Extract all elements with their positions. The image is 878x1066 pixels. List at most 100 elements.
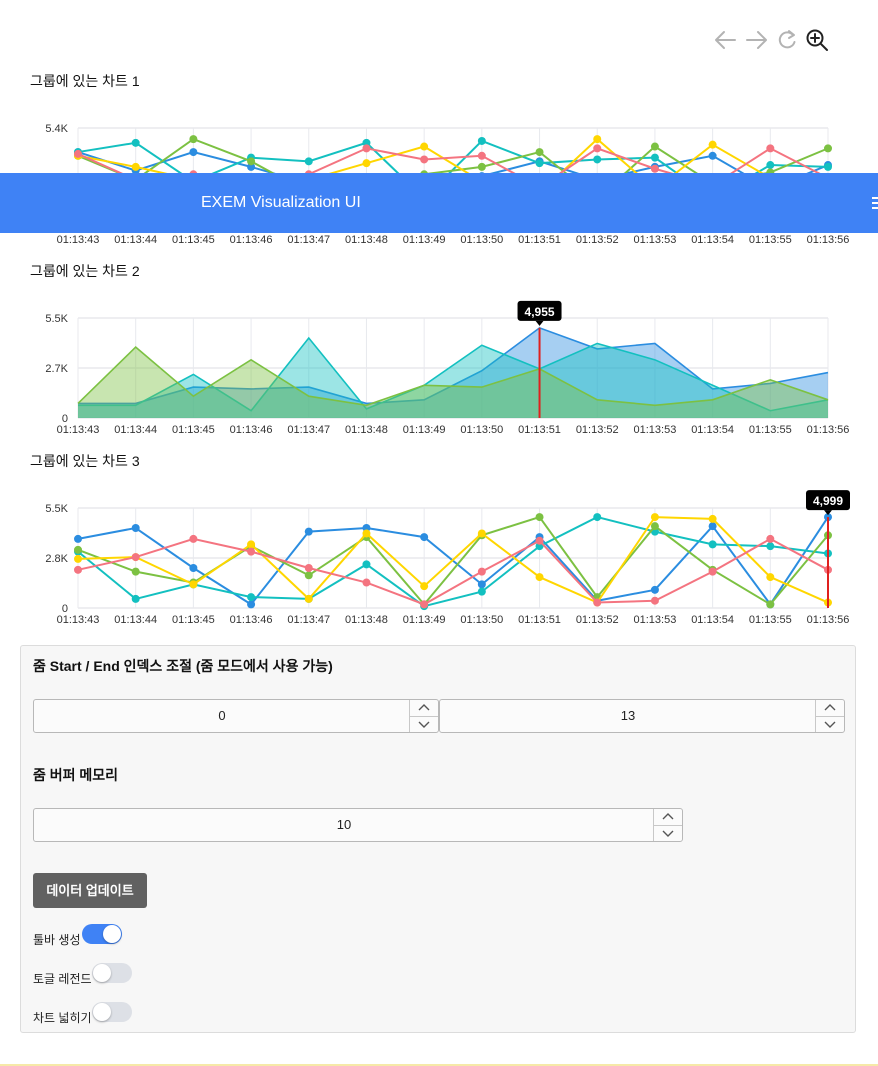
x-tick-label: 01:13:55 <box>749 424 792 436</box>
x-tick-label: 01:13:55 <box>749 234 792 246</box>
x-tick-label: 01:13:51 <box>518 614 561 626</box>
y-tick-label: 5.5K <box>45 503 68 515</box>
y-tick-label: 2.8K <box>45 553 68 565</box>
buffer-heading: 줌 버퍼 메모리 <box>33 767 119 783</box>
x-tick-label: 01:13:43 <box>57 614 100 626</box>
x-tick-label: 01:13:50 <box>460 424 503 436</box>
data-point <box>766 542 775 551</box>
update-data-button[interactable]: 데이터 업데이트 <box>33 873 147 908</box>
refresh-icon[interactable] <box>774 26 800 54</box>
zoom-start-value: 0 <box>218 708 226 723</box>
chart-2: 5.5K2.7K001:13:43 01:13:44 01:13:45 01:13:4… <box>45 300 850 436</box>
data-point <box>766 161 775 170</box>
zoom-end-input[interactable]: 13 <box>439 699 845 733</box>
wide-chart-toggle[interactable] <box>92 1002 132 1022</box>
tooltip-pointer <box>535 320 544 326</box>
banner-title: EXEM Visualization UI <box>201 194 361 211</box>
x-tick-label: 01:13:48 <box>345 234 388 246</box>
x-tick-label: 01:13:46 <box>230 234 273 246</box>
data-point <box>420 142 429 151</box>
data-point <box>477 136 486 145</box>
x-tick-label: 01:13:44 <box>114 614 157 626</box>
data-point <box>535 573 544 582</box>
data-point <box>189 534 198 543</box>
chart-1-title: 그룹에 있는 차트 1 <box>30 73 140 89</box>
data-point <box>766 573 775 582</box>
data-point <box>131 594 140 603</box>
chevron-up-icon[interactable] <box>654 809 682 826</box>
data-point <box>766 600 775 609</box>
data-point <box>189 564 198 572</box>
x-tick-label: 01:13:49 <box>403 614 446 626</box>
data-point <box>477 162 486 171</box>
data-point <box>650 585 659 594</box>
data-point <box>74 565 82 574</box>
app-banner: EXEM Visualization UI <box>0 173 878 233</box>
x-tick-label: 01:13:53 <box>634 424 677 436</box>
x-tick-label: 01:13:45 <box>172 234 215 246</box>
arrow-right-icon[interactable] <box>744 26 770 54</box>
legend-toggle[interactable] <box>92 963 132 983</box>
x-tick-label: 01:13:44 <box>114 234 157 246</box>
control-panel: 줌 Start / End 인덱스 조절 (줌 모드에서 사용 가능) 0 13… <box>20 645 856 1033</box>
data-point <box>304 571 313 580</box>
x-tick-label: 01:13:45 <box>172 614 215 626</box>
data-point <box>535 536 544 545</box>
x-tick-label: 01:13:46 <box>230 424 273 436</box>
data-point <box>362 529 371 538</box>
data-point <box>362 560 371 569</box>
toggle-knob <box>93 964 111 982</box>
zoom-start-stepper <box>409 700 438 732</box>
data-point <box>708 540 717 549</box>
menu-icon[interactable] <box>872 191 878 215</box>
chevron-down-icon[interactable] <box>654 825 682 841</box>
x-tick-label: 01:13:52 <box>576 614 619 626</box>
y-tick-label: 5.4K <box>45 123 68 135</box>
data-point <box>247 547 256 556</box>
x-tick-label: 01:13:55 <box>749 614 792 626</box>
x-tick-label: 01:13:51 <box>518 424 561 436</box>
data-point <box>189 135 198 144</box>
data-point <box>304 157 313 166</box>
chevron-down-icon[interactable] <box>816 716 844 732</box>
data-point <box>131 138 140 147</box>
data-point <box>74 545 82 554</box>
x-tick-label: 01:13:47 <box>287 614 330 626</box>
chart-3-title: 그룹에 있는 차트 3 <box>30 453 140 469</box>
x-tick-label: 01:13:54 <box>691 234 734 246</box>
chevron-up-icon[interactable] <box>410 700 438 717</box>
zoom-end-stepper <box>815 700 844 732</box>
toolbar-toggle[interactable] <box>82 924 122 944</box>
data-point <box>131 162 140 171</box>
data-point <box>477 587 486 596</box>
data-point <box>74 554 82 563</box>
data-point <box>304 564 313 572</box>
arrow-left-icon[interactable] <box>712 26 738 54</box>
x-tick-label: 01:13:53 <box>634 614 677 626</box>
chevron-up-icon[interactable] <box>816 700 844 717</box>
data-point <box>650 513 659 522</box>
tooltip-label: 4,999 <box>813 494 843 508</box>
data-point <box>708 151 717 160</box>
x-tick-label: 01:13:47 <box>287 234 330 246</box>
x-tick-label: 01:13:50 <box>460 234 503 246</box>
data-point <box>593 598 602 607</box>
legend-toggle-label: 토글 레전드 <box>33 972 92 986</box>
data-point <box>362 144 371 153</box>
x-tick-label: 01:13:56 <box>807 424 850 436</box>
buffer-value: 10 <box>336 817 352 832</box>
x-tick-label: 01:13:48 <box>345 424 388 436</box>
zoom-in-icon[interactable] <box>804 26 830 54</box>
data-point <box>420 533 429 542</box>
x-tick-label: 01:13:52 <box>576 234 619 246</box>
tooltip-label: 4,955 <box>525 305 555 319</box>
data-point <box>824 162 832 171</box>
data-point <box>593 135 602 144</box>
x-tick-label: 01:13:47 <box>287 424 330 436</box>
buffer-input[interactable]: 10 <box>33 808 683 842</box>
zoom-start-input[interactable]: 0 <box>33 699 439 733</box>
chevron-down-icon[interactable] <box>410 716 438 732</box>
zoom-end-value: 13 <box>620 708 636 723</box>
data-point <box>131 567 140 576</box>
x-tick-label: 01:13:56 <box>807 614 850 626</box>
